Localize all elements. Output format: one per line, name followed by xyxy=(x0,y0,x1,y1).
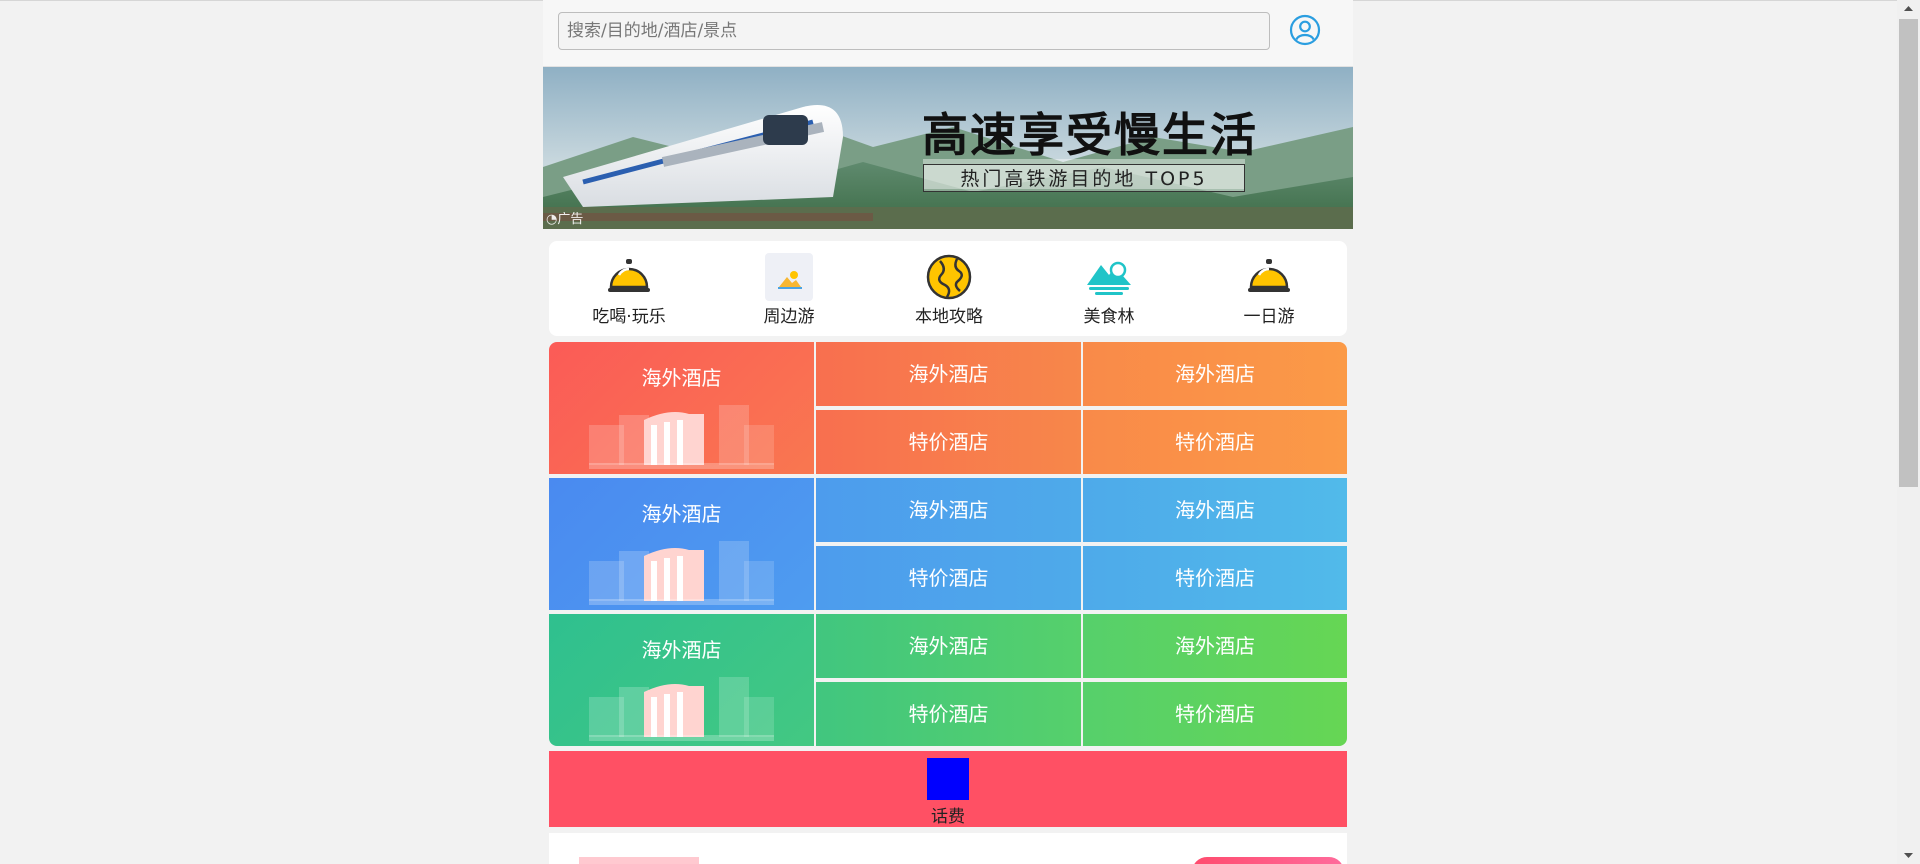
recharge-bar: 话费 xyxy=(549,751,1347,827)
tile-label: 海外酒店 xyxy=(641,366,722,390)
hotel-tile[interactable]: 特价酒店 xyxy=(1083,546,1347,610)
ad-label: ◔广告 xyxy=(546,208,583,227)
dining-bell-icon xyxy=(1248,259,1290,292)
hotel-tile-big[interactable]: 海外酒店 xyxy=(549,342,814,474)
category-label: 周边游 xyxy=(763,307,815,327)
category-item-eat-play[interactable]: 吃喝·玩乐 xyxy=(569,241,689,336)
bottom-card-image xyxy=(579,857,699,864)
page-scrollbar[interactable] xyxy=(1897,0,1920,864)
category-label: 吃喝·玩乐 xyxy=(592,307,666,327)
header-bar: 搜索/目的地/酒店/景点 xyxy=(543,0,1353,67)
category-item-food-forest[interactable]: 美食林 xyxy=(1049,241,1169,336)
hotel-tile[interactable]: 特价酒店 xyxy=(1083,410,1347,474)
hotel-tile[interactable]: 海外酒店 xyxy=(1083,478,1347,542)
hotel-tile[interactable]: 海外酒店 xyxy=(1083,614,1347,678)
category-item-day-trip[interactable]: 一日游 xyxy=(1209,241,1329,336)
category-item-local-guide[interactable]: 本地攻略 xyxy=(889,241,1009,336)
phone-bill-icon[interactable] xyxy=(927,758,969,800)
category-item-nearby-trip[interactable]: 周边游 xyxy=(729,241,849,336)
hotel-building-icon xyxy=(589,677,774,741)
bottom-card xyxy=(549,833,1347,864)
user-circle-icon[interactable] xyxy=(1289,14,1321,46)
hotel-tile[interactable]: 特价酒店 xyxy=(816,682,1081,746)
tile-label: 海外酒店 xyxy=(641,638,722,662)
hotel-tile[interactable]: 海外酒店 xyxy=(1083,342,1347,406)
category-nav: 吃喝·玩乐 周边游 本地攻略 美食林 一日游 xyxy=(549,241,1347,336)
hotel-tile[interactable]: 海外酒店 xyxy=(816,478,1081,542)
scroll-down-arrow-icon[interactable] xyxy=(1897,847,1920,864)
map-route-icon xyxy=(926,254,972,300)
mobile-page: 搜索/目的地/酒店/景点 高速享受慢生活 热门高铁游目的地 TOP5 ◔广告 吃… xyxy=(543,0,1353,864)
category-label: 美食林 xyxy=(1083,307,1135,327)
promo-banner[interactable]: 高速享受慢生活 热门高铁游目的地 TOP5 ◔广告 xyxy=(543,67,1353,229)
hotel-tile-big[interactable]: 海外酒店 xyxy=(549,614,814,746)
hotel-tile[interactable]: 特价酒店 xyxy=(816,546,1081,610)
tile-label: 海外酒店 xyxy=(641,502,722,526)
ad-label-text: 广告 xyxy=(557,212,584,227)
recharge-label: 话费 xyxy=(931,807,965,827)
banner-title: 高速享受慢生活 xyxy=(922,108,1258,162)
bottom-card-button[interactable] xyxy=(1192,857,1344,864)
hotel-building-icon xyxy=(589,405,774,469)
hotel-tile[interactable]: 特价酒店 xyxy=(1083,682,1347,746)
hotel-section-orange: 海外酒店 海外酒店 海外酒店 特价酒店 特价酒店 xyxy=(549,342,1347,474)
landscape-photo-icon xyxy=(765,253,813,301)
scroll-up-arrow-icon[interactable] xyxy=(1897,0,1920,17)
category-label: 一日游 xyxy=(1243,307,1295,327)
hotel-building-icon xyxy=(589,541,774,605)
hotel-section-green: 海外酒店 海外酒店 海外酒店 特价酒店 特价酒店 xyxy=(549,614,1347,746)
hotel-tile[interactable]: 海外酒店 xyxy=(816,614,1081,678)
mountain-lake-icon xyxy=(1087,261,1131,295)
scrollbar-thumb[interactable] xyxy=(1899,19,1918,487)
hotel-tile-big[interactable]: 海外酒店 xyxy=(549,478,814,610)
hotel-tile[interactable]: 海外酒店 xyxy=(816,342,1081,406)
hotel-tile[interactable]: 特价酒店 xyxy=(816,410,1081,474)
category-label: 本地攻略 xyxy=(915,307,983,327)
hotel-section-blue: 海外酒店 海外酒店 海外酒店 特价酒店 特价酒店 xyxy=(549,478,1347,610)
banner-subtitle: 热门高铁游目的地 TOP5 xyxy=(923,164,1245,192)
search-input[interactable]: 搜索/目的地/酒店/景点 xyxy=(558,12,1270,50)
dining-bell-icon xyxy=(608,259,650,292)
ad-icon: ◔ xyxy=(546,212,558,227)
